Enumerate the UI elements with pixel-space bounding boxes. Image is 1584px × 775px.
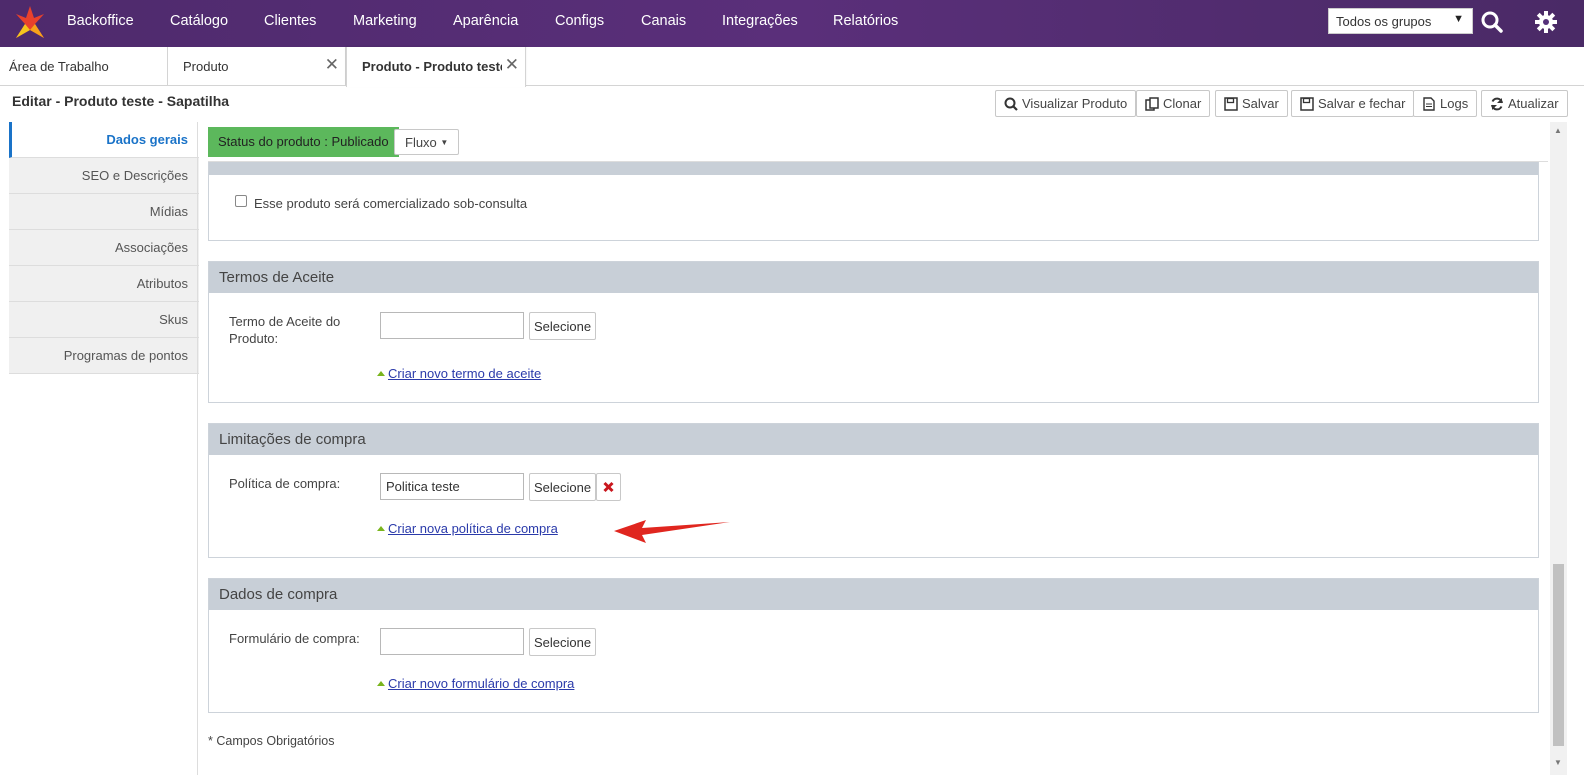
refresh-icon — [1491, 97, 1503, 111]
limitacoes-panel: Limitações de compra Política de compra:… — [208, 423, 1539, 558]
triangle-up-icon — [377, 526, 385, 531]
search-icon[interactable] — [1480, 10, 1504, 34]
tab-label: Produto - Produto teste — [362, 59, 508, 74]
termo-aceite-select-button[interactable]: Selecione — [529, 312, 597, 340]
nav-item-canais[interactable]: Canais — [641, 13, 686, 29]
sidebar-item-programas-de-pontos[interactable]: Programas de pontos — [9, 338, 199, 374]
sidebar-divider — [197, 122, 198, 775]
arrow-annotation-icon — [614, 520, 730, 543]
document-icon — [1423, 97, 1435, 111]
sob-consulta-label: Esse produto será comercializado sob-con… — [254, 196, 528, 211]
panel-title: Termos de Aceite — [209, 262, 1538, 293]
create-politica-link[interactable]: Criar nova política de compra — [377, 521, 558, 536]
gear-icon[interactable] — [1534, 10, 1558, 34]
create-termo-link[interactable]: Criar novo termo de aceite — [377, 366, 541, 381]
status-badge: Status do produto : Publicado — [208, 127, 399, 157]
save-button[interactable]: Salvar — [1215, 90, 1288, 117]
floppy-icon — [1300, 97, 1314, 111]
scroll-up-icon[interactable]: ▲ — [1554, 126, 1562, 135]
sob-consulta-panel: Esse produto será comercializado sob-con… — [208, 150, 1539, 241]
scroll-down-icon[interactable]: ▼ — [1554, 758, 1562, 767]
create-formulario-link[interactable]: Criar novo formulário de compra — [377, 676, 574, 691]
flow-dropdown-button[interactable]: Fluxo ▼ — [394, 129, 460, 155]
sidebar-item-associacoes[interactable]: Associações — [9, 230, 199, 266]
create-formulario-link-text[interactable]: Criar novo formulário de compra — [388, 676, 574, 691]
close-icon — [603, 481, 614, 493]
dados-compra-panel: Dados de compra Formulário de compra: Se… — [208, 578, 1539, 713]
chevron-down-icon: ▼ — [1453, 13, 1464, 25]
politica-select-button[interactable]: Selecione — [529, 473, 597, 501]
scrollbar[interactable]: ▲ ▼ — [1550, 122, 1567, 775]
termos-aceite-panel: Termos de Aceite Termo de Aceite do Prod… — [208, 261, 1539, 403]
sidebar-item-skus[interactable]: Skus — [9, 302, 199, 338]
logs-button[interactable]: Logs — [1413, 90, 1478, 117]
nav-item-clientes[interactable]: Clientes — [264, 13, 316, 29]
nav-item-aparencia[interactable]: Aparência — [453, 13, 518, 29]
group-select-value: Todos os grupos — [1336, 14, 1432, 29]
create-politica-link-text[interactable]: Criar nova política de compra — [388, 521, 558, 536]
triangle-up-icon — [377, 681, 385, 686]
nav-item-marketing[interactable]: Marketing — [353, 13, 417, 29]
flow-label: Fluxo — [405, 135, 437, 150]
sob-consulta-checkbox[interactable] — [235, 195, 247, 207]
sidebar-item-seo[interactable]: SEO e Descrições — [9, 158, 199, 194]
panel-title: Dados de compra — [209, 579, 1538, 610]
tab-label: Produto — [183, 59, 229, 74]
required-fields-note: * Campos Obrigatórios — [208, 734, 335, 748]
refresh-label: Atualizar — [1508, 96, 1559, 111]
tab-strip: Área de Trabalho Produto ✕ Produto - Pro… — [0, 47, 1584, 87]
caret-down-icon: ▼ — [440, 138, 449, 147]
termo-aceite-input[interactable] — [380, 312, 524, 339]
panel-title: Limitações de compra — [209, 424, 1538, 455]
triangle-up-icon — [377, 371, 385, 376]
brand-logo-icon[interactable] — [14, 4, 46, 42]
tab-produto[interactable]: Produto ✕ — [168, 47, 346, 86]
group-select[interactable]: Todos os grupos ▼ — [1328, 8, 1473, 34]
clone-button[interactable]: Clonar — [1136, 90, 1211, 117]
nav-item-backoffice[interactable]: Backoffice — [67, 13, 134, 29]
sidebar-item-atributos[interactable]: Atributos — [9, 266, 199, 302]
formulario-label: Formulário de compra: — [229, 631, 360, 646]
save-close-label: Salvar e fechar — [1318, 96, 1406, 111]
top-navbar: Backoffice Catálogo Clientes Marketing A… — [0, 0, 1584, 47]
sidebar-item-dados-gerais[interactable]: Dados gerais — [9, 122, 199, 158]
view-product-button[interactable]: Visualizar Produto — [995, 90, 1137, 117]
search-icon — [1004, 97, 1018, 111]
politica-label: Política de compra: — [229, 476, 341, 491]
formulario-input[interactable] — [380, 628, 524, 655]
nav-item-integracoes[interactable]: Integrações — [722, 13, 798, 29]
nav-item-catalogo[interactable]: Catálogo — [170, 13, 228, 29]
logs-label: Logs — [1440, 96, 1469, 111]
refresh-button[interactable]: Atualizar — [1481, 90, 1568, 117]
nav-item-configs[interactable]: Configs — [555, 13, 604, 29]
scroll-thumb[interactable] — [1553, 564, 1564, 746]
close-icon[interactable]: ✕ — [325, 55, 339, 75]
page-title: Editar - Produto teste - Sapatilha — [12, 93, 230, 109]
clone-label: Clonar — [1163, 96, 1202, 111]
tab-area-de-trabalho[interactable]: Área de Trabalho — [0, 47, 168, 86]
remove-politica-button[interactable] — [596, 473, 621, 501]
copy-icon — [1145, 97, 1159, 111]
nav-item-relatorios[interactable]: Relatórios — [833, 13, 898, 29]
termo-aceite-label: Termo de Aceite do Produto: — [229, 314, 341, 346]
view-product-label: Visualizar Produto — [1022, 96, 1128, 111]
save-label: Salvar — [1242, 96, 1279, 111]
formulario-select-button[interactable]: Selecione — [529, 628, 597, 656]
tab-produto-teste[interactable]: Produto - Produto teste ✕ — [346, 47, 526, 87]
floppy-icon — [1224, 97, 1238, 111]
close-icon[interactable]: ✕ — [501, 55, 519, 75]
sidebar: Dados gerais SEO e Descrições Mídias Ass… — [9, 122, 199, 374]
create-termo-link-text[interactable]: Criar novo termo de aceite — [388, 366, 541, 381]
tab-label: Área de Trabalho — [9, 59, 109, 74]
politica-input[interactable] — [380, 473, 524, 500]
status-bar: Status do produto : Publicado Fluxo ▼ — [208, 122, 1548, 162]
save-close-button[interactable]: Salvar e fechar — [1291, 90, 1415, 117]
sidebar-item-midias[interactable]: Mídias — [9, 194, 199, 230]
